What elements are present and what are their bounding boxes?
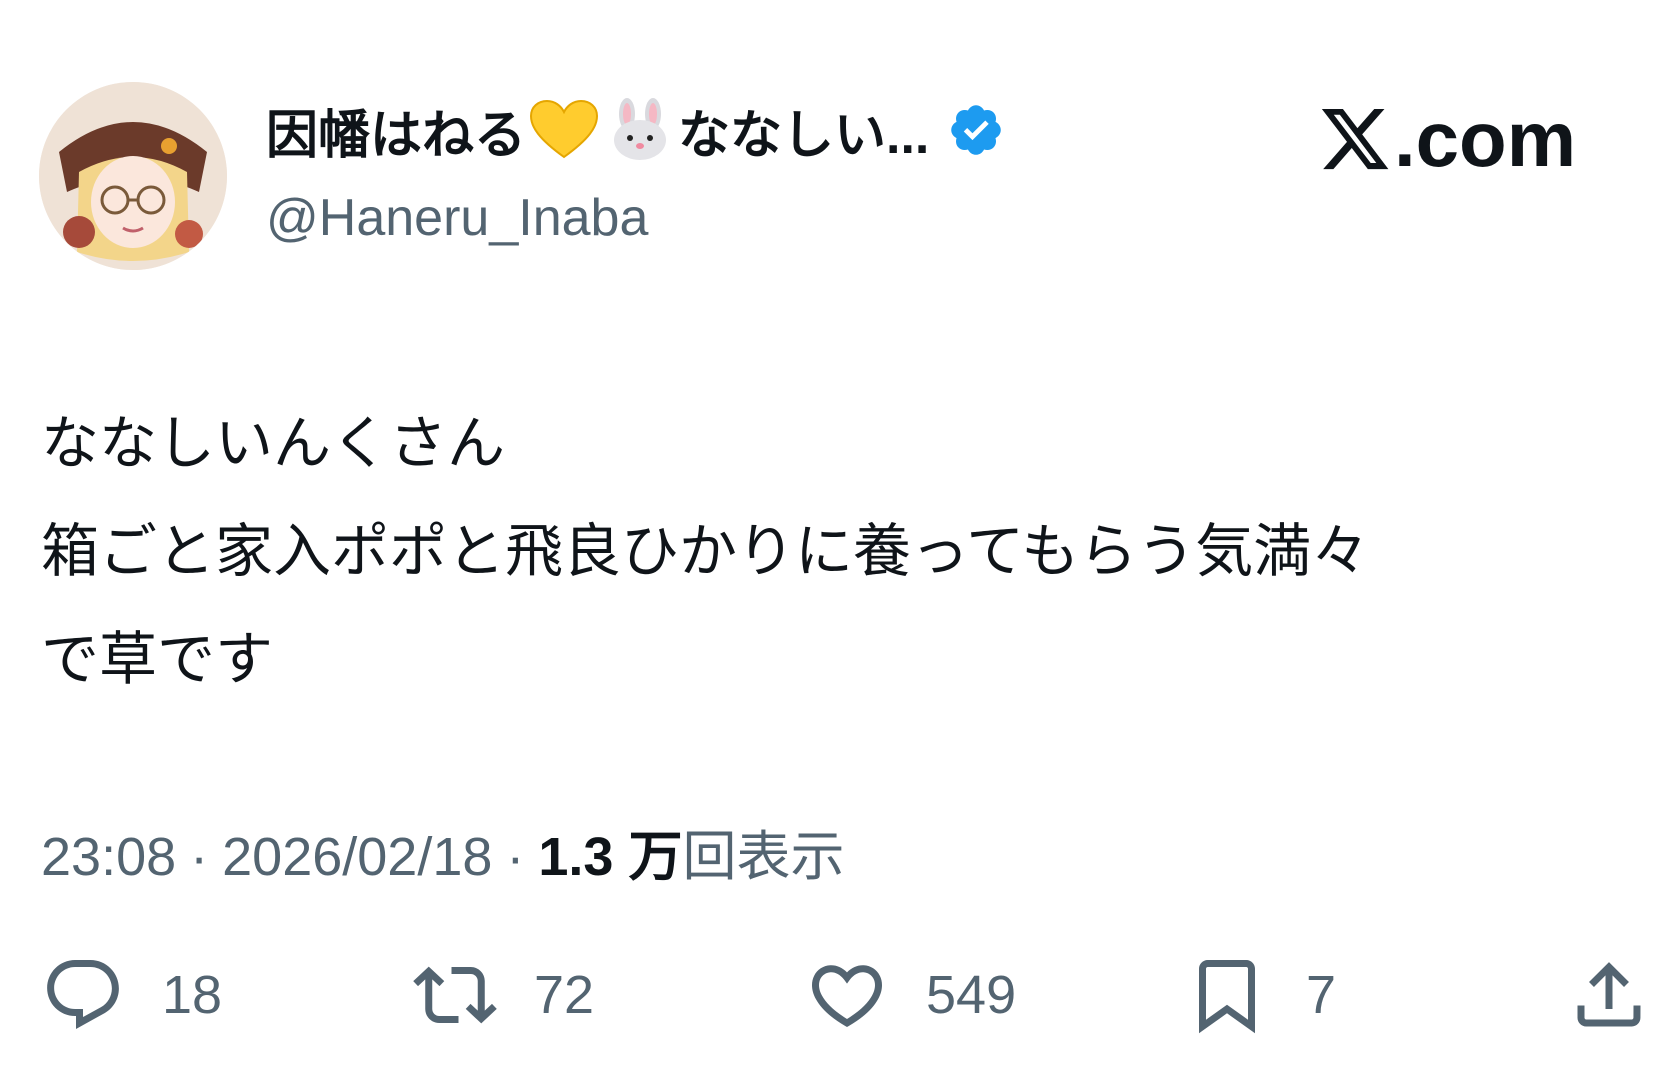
like-count: 549 bbox=[926, 965, 1017, 1025]
avatar[interactable] bbox=[39, 82, 227, 270]
yellow-heart-icon bbox=[526, 98, 602, 162]
x-logo-icon bbox=[1321, 108, 1389, 170]
heart-icon bbox=[804, 952, 890, 1038]
tweet-date[interactable]: 2026/02/18 bbox=[222, 826, 492, 888]
share-button[interactable] bbox=[1566, 950, 1652, 1040]
repost-count: 72 bbox=[534, 965, 595, 1025]
repost-button[interactable]: 72 bbox=[412, 950, 594, 1040]
reply-count: 18 bbox=[162, 965, 223, 1025]
tweet-meta: 23:08 · 2026/02/18 · 1.3 万 回表示 bbox=[41, 812, 844, 891]
meta-separator: · bbox=[506, 827, 525, 887]
like-button[interactable]: 549 bbox=[804, 950, 1016, 1040]
avatar-image bbox=[39, 82, 227, 270]
tweet-text-line: ななしいんくさん bbox=[41, 411, 506, 476]
views-count: 1.3 万 bbox=[538, 827, 683, 887]
display-name[interactable]: 因幡はねる ななしい... bbox=[266, 98, 1005, 165]
share-icon bbox=[1566, 952, 1652, 1038]
bookmark-icon bbox=[1184, 952, 1270, 1038]
display-name-suffix: ななしい... bbox=[678, 106, 930, 165]
reply-icon bbox=[40, 952, 126, 1038]
tweet-text: ななしいんくさん 箱ごと家入ポポと飛良ひかりに養ってもらう気満々 で草です bbox=[41, 390, 1641, 714]
brand-logo: .com bbox=[1318, 94, 1577, 183]
bookmark-button[interactable]: 7 bbox=[1184, 950, 1336, 1040]
repost-icon bbox=[412, 952, 498, 1038]
action-bar: 18 72 549 7 bbox=[0, 950, 1680, 1040]
bookmark-count: 7 bbox=[1306, 965, 1337, 1025]
tweet-text-line: で草です bbox=[41, 627, 274, 692]
display-name-prefix: 因幡はねる bbox=[266, 106, 527, 165]
reply-button[interactable]: 18 bbox=[40, 950, 222, 1040]
meta-separator: · bbox=[190, 827, 209, 887]
user-handle[interactable]: @Haneru_Inaba bbox=[266, 188, 648, 248]
tweet-text-line: 箱ごと家入ポポと飛良ひかりに養ってもらう気満々 bbox=[41, 519, 1370, 584]
views-label: 回表示 bbox=[682, 827, 845, 887]
rabbit-face-icon bbox=[602, 98, 678, 162]
tweet-time[interactable]: 23:08 bbox=[41, 826, 176, 888]
verified-badge-icon bbox=[947, 101, 1005, 159]
brand-domain-text: .com bbox=[1394, 94, 1577, 183]
